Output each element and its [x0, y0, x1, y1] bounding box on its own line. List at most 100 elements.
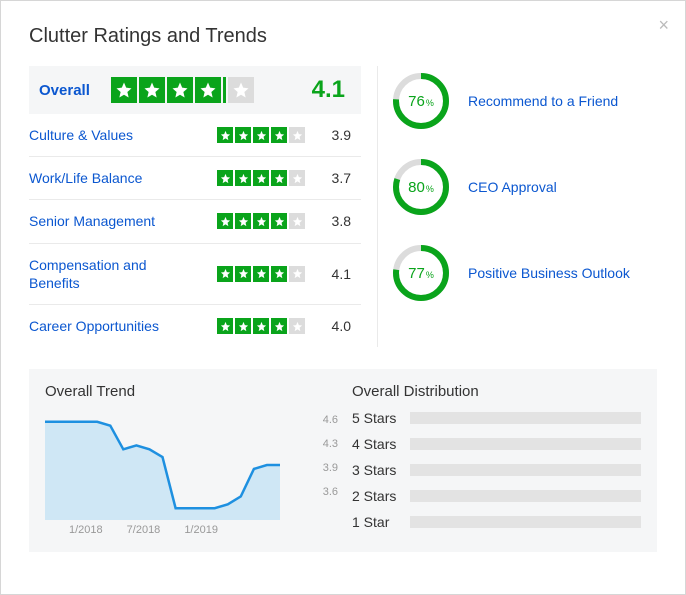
category-label[interactable]: Career Opportunities: [29, 317, 199, 335]
ratings-trends-modal: × Clutter Ratings and Trends Overall 4.1…: [0, 0, 686, 595]
star-partial-bar: [223, 77, 226, 103]
metric-row: 76% Recommend to a Friend: [392, 72, 657, 130]
ytick: 3.6: [323, 486, 338, 498]
top-section: Overall 4.1 Culture & Values 3.9 Work/Life…: [29, 66, 657, 347]
category-label[interactable]: Work/Life Balance: [29, 169, 199, 187]
modal-title: Clutter Ratings and Trends: [29, 25, 657, 48]
category-score: 4.1: [323, 266, 351, 282]
dist-bar: [410, 490, 641, 502]
metric-row: 80% CEO Approval: [392, 158, 657, 216]
metric-pct: 77%: [392, 244, 450, 302]
bottom-section: Overall Trend 4.64.33.93.6 1/20187/20181…: [29, 369, 657, 552]
xtick: 7/2018: [127, 524, 161, 536]
category-row: Work/Life Balance 3.7: [29, 157, 361, 200]
trend-chart: 4.64.33.93.6: [45, 410, 334, 520]
star-icon: [271, 266, 287, 282]
star-icon: [289, 266, 305, 282]
ytick: 4.3: [323, 438, 338, 450]
dist-label: 4 Stars: [352, 436, 410, 452]
trend-title: Overall Trend: [45, 383, 334, 400]
category-row: Culture & Values 3.9: [29, 114, 361, 157]
star-icon: [235, 213, 251, 229]
category-stars: [217, 213, 305, 229]
category-score: 3.7: [323, 170, 351, 186]
metric-pct: 76%: [392, 72, 450, 130]
dist-label: 3 Stars: [352, 462, 410, 478]
star-icon: [253, 266, 269, 282]
star-icon: [235, 170, 251, 186]
metric-row: 77% Positive Business Outlook: [392, 244, 657, 302]
metric-label[interactable]: CEO Approval: [468, 179, 557, 195]
ytick: 3.9: [323, 462, 338, 474]
dist-title: Overall Distribution: [352, 383, 641, 400]
metric-pct: 80%: [392, 158, 450, 216]
category-stars: [217, 266, 305, 282]
star-icon: [271, 127, 287, 143]
overall-score: 4.1: [312, 76, 345, 104]
star-icon: [217, 266, 233, 282]
star-icon: [289, 318, 305, 334]
dist-label: 2 Stars: [352, 488, 410, 504]
metrics-column: 76% Recommend to a Friend 80% CEO Approval 7…: [377, 66, 657, 347]
category-row: Senior Management 3.8: [29, 200, 361, 243]
metric-ring: 80%: [392, 158, 450, 216]
star-icon: [235, 266, 251, 282]
category-stars: [217, 170, 305, 186]
xtick: 1/2018: [69, 524, 103, 536]
star-icon: [235, 318, 251, 334]
dist-row: 4 Stars: [352, 436, 641, 452]
trend-xticks: 1/2018 7/2018 1/2019: [45, 524, 334, 536]
star-icon: [195, 77, 221, 103]
dist-label: 5 Stars: [352, 410, 410, 426]
category-stars: [217, 127, 305, 143]
star-icon: [217, 318, 233, 334]
close-icon[interactable]: ×: [658, 15, 669, 36]
trend-panel: Overall Trend 4.64.33.93.6 1/20187/20181…: [45, 383, 334, 540]
metric-ring: 77%: [392, 244, 450, 302]
star-icon: [253, 213, 269, 229]
dist-row: 5 Stars: [352, 410, 641, 426]
star-icon: [217, 170, 233, 186]
dist-row: 1 Star: [352, 514, 641, 530]
dist-bar: [410, 438, 641, 450]
dist-row: 2 Stars: [352, 488, 641, 504]
category-stars: [217, 318, 305, 334]
star-icon: [289, 170, 305, 186]
star-icon: [271, 213, 287, 229]
dist-bar: [410, 412, 641, 424]
ratings-column: Overall 4.1 Culture & Values 3.9 Work/Life…: [29, 66, 361, 347]
dist-row: 3 Stars: [352, 462, 641, 478]
star-icon: [289, 213, 305, 229]
star-icon: [289, 127, 305, 143]
dist-bar: [410, 516, 641, 528]
star-icon: [167, 77, 193, 103]
star-icon: [111, 77, 137, 103]
metric-ring: 76%: [392, 72, 450, 130]
overall-label[interactable]: Overall: [39, 82, 109, 99]
category-row: Compensation and Benefits 4.1: [29, 244, 361, 305]
category-label[interactable]: Culture & Values: [29, 126, 199, 144]
star-icon: [253, 127, 269, 143]
overall-stars: [111, 77, 254, 103]
category-score: 4.0: [323, 318, 351, 334]
star-icon: [217, 213, 233, 229]
star-icon: [235, 127, 251, 143]
metric-label[interactable]: Positive Business Outlook: [468, 265, 630, 281]
star-icon: [228, 77, 254, 103]
distribution-panel: Overall Distribution 5 Stars 4 Stars 3 Sta…: [352, 383, 641, 540]
category-score: 3.9: [323, 127, 351, 143]
star-icon: [253, 318, 269, 334]
category-label[interactable]: Senior Management: [29, 212, 199, 230]
dist-bar: [410, 464, 641, 476]
metric-label[interactable]: Recommend to a Friend: [468, 93, 618, 109]
star-icon: [271, 318, 287, 334]
trend-yticks: 4.6 4.3 3.9 3.6: [323, 414, 338, 498]
category-label[interactable]: Compensation and Benefits: [29, 256, 199, 292]
category-row: Career Opportunities 4.0: [29, 305, 361, 347]
xtick: 1/2019: [184, 524, 218, 536]
star-icon: [253, 170, 269, 186]
ytick: 4.6: [323, 414, 338, 426]
category-score: 3.8: [323, 213, 351, 229]
star-icon: [139, 77, 165, 103]
star-icon: [271, 170, 287, 186]
